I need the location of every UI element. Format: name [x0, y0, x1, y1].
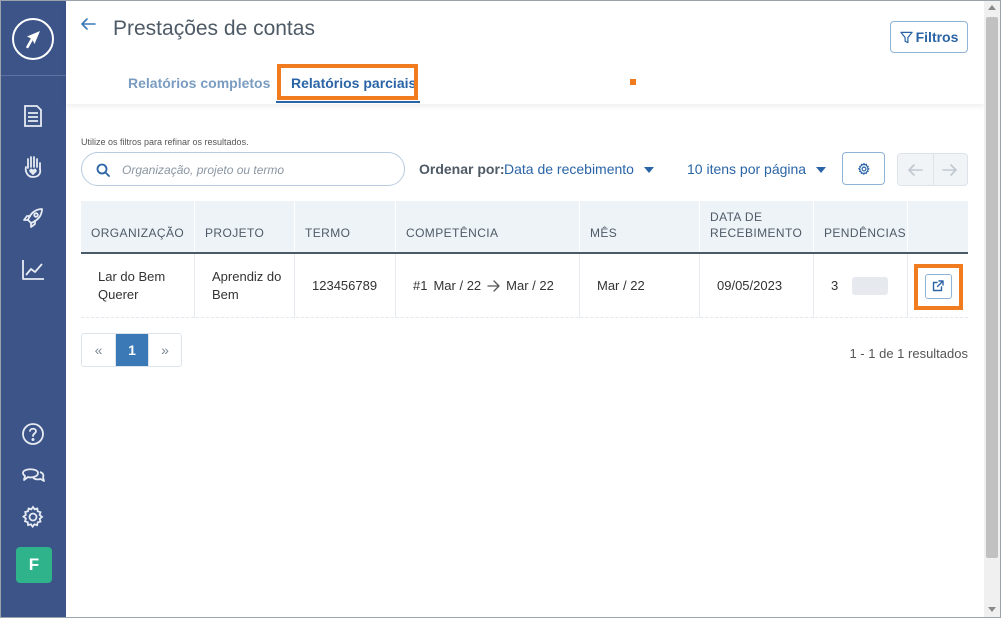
- column-header-data-recebimento[interactable]: DATA DE RECEBIMENTO: [700, 201, 814, 252]
- column-header-projeto[interactable]: PROJETO: [195, 201, 295, 252]
- page-title: Prestações de contas: [113, 17, 315, 40]
- filters-label: Filtros: [915, 29, 959, 45]
- column-header-termo[interactable]: TERMO: [295, 201, 396, 252]
- cell-competencia: #1 Mar / 22 Mar / 22: [396, 254, 580, 318]
- cell-organizacao: Lar do Bem Querer: [81, 254, 195, 318]
- pagination: « 1 »: [81, 333, 182, 367]
- gear-icon: [857, 162, 870, 175]
- items-per-page-select[interactable]: 10 itens por página: [687, 161, 827, 177]
- sidebar-divider: [1, 75, 66, 76]
- search-icon: [96, 163, 110, 177]
- filters-button[interactable]: Filtros: [890, 21, 968, 53]
- chat-icon[interactable]: [20, 462, 46, 488]
- order-value: Data de recebimento: [504, 161, 634, 177]
- arrow-right-icon: [942, 163, 958, 176]
- user-avatar[interactable]: F: [16, 547, 52, 583]
- sidebar: F: [1, 1, 66, 617]
- column-header-actions: [908, 201, 968, 252]
- column-header-pendencias[interactable]: PENDÊNCIAS: [814, 201, 908, 252]
- cell-pendencias: 3: [814, 254, 908, 318]
- order-select[interactable]: Data de recebimento: [504, 161, 654, 177]
- search-input[interactable]: [122, 160, 392, 180]
- columns-settings-button[interactable]: [842, 152, 885, 185]
- cell-projeto: Aprendiz do Bem: [195, 254, 295, 318]
- scrollbar-thumb[interactable]: [986, 17, 998, 558]
- competencia-start: Mar / 22: [433, 278, 482, 293]
- filter-hint: Utilize os filtros para refinar os resul…: [81, 137, 249, 147]
- help-icon[interactable]: [20, 421, 46, 447]
- pendencias-badge: [852, 277, 889, 295]
- column-header-organizacao[interactable]: ORGANIZAÇÃO: [81, 201, 195, 252]
- competencia-end: Mar / 22: [506, 278, 554, 293]
- column-header-mes[interactable]: MÊS: [580, 201, 700, 252]
- table-scroll-nav: [897, 153, 968, 186]
- gear-icon[interactable]: [20, 504, 46, 530]
- chart-icon[interactable]: [20, 257, 46, 283]
- highlight-box-tab: [277, 64, 418, 100]
- pagination-next[interactable]: »: [148, 334, 181, 366]
- cell-mes: Mar / 22: [580, 254, 700, 318]
- tab-relatorios-completos[interactable]: Relatórios completos: [128, 75, 270, 91]
- back-arrow-icon[interactable]: [80, 16, 96, 32]
- highlight-marker: [630, 79, 636, 85]
- arrow-right-icon: [487, 280, 500, 292]
- reports-table: ORGANIZAÇÃO PROJETO TERMO COMPETÊNCIA MÊ…: [81, 201, 968, 318]
- results-count: 1 - 1 de 1 resultados: [849, 346, 968, 361]
- active-tab-indicator: [276, 101, 420, 103]
- app-logo-icon[interactable]: [12, 18, 54, 60]
- order-label: Ordenar por:: [419, 161, 505, 177]
- page-header: Prestações de contas Filtros Relatórios …: [66, 1, 984, 104]
- scroll-up-arrow-icon[interactable]: [988, 5, 996, 10]
- items-per-page-value: 10 itens por página: [687, 161, 807, 177]
- scroll-down-arrow-icon[interactable]: [988, 607, 996, 612]
- highlight-box-open-button: [914, 264, 963, 310]
- table-header: ORGANIZAÇÃO PROJETO TERMO COMPETÊNCIA MÊ…: [81, 201, 968, 254]
- caret-down-icon: [643, 167, 654, 174]
- competencia-number: #1: [413, 278, 428, 293]
- scroll-right-button[interactable]: [932, 154, 967, 185]
- arrow-left-icon: [908, 163, 924, 176]
- cell-termo: 123456789: [295, 254, 396, 318]
- pendencias-count: 3: [831, 278, 839, 293]
- pagination-prev[interactable]: «: [82, 334, 115, 366]
- caret-down-icon: [816, 167, 827, 174]
- filter-icon: [899, 31, 913, 43]
- column-header-competencia[interactable]: COMPETÊNCIA: [396, 201, 580, 252]
- scroll-left-button[interactable]: [898, 154, 933, 185]
- document-icon[interactable]: [20, 103, 46, 129]
- table-row[interactable]: Lar do Bem Querer Aprendiz do Bem 123456…: [81, 254, 968, 318]
- search-box[interactable]: [81, 152, 405, 186]
- pagination-page-1[interactable]: 1: [115, 334, 148, 366]
- vertical-scrollbar[interactable]: [984, 1, 1000, 617]
- hand-heart-icon[interactable]: [20, 154, 46, 180]
- cell-data-recebimento: 09/05/2023: [700, 254, 814, 318]
- rocket-icon[interactable]: [20, 205, 46, 231]
